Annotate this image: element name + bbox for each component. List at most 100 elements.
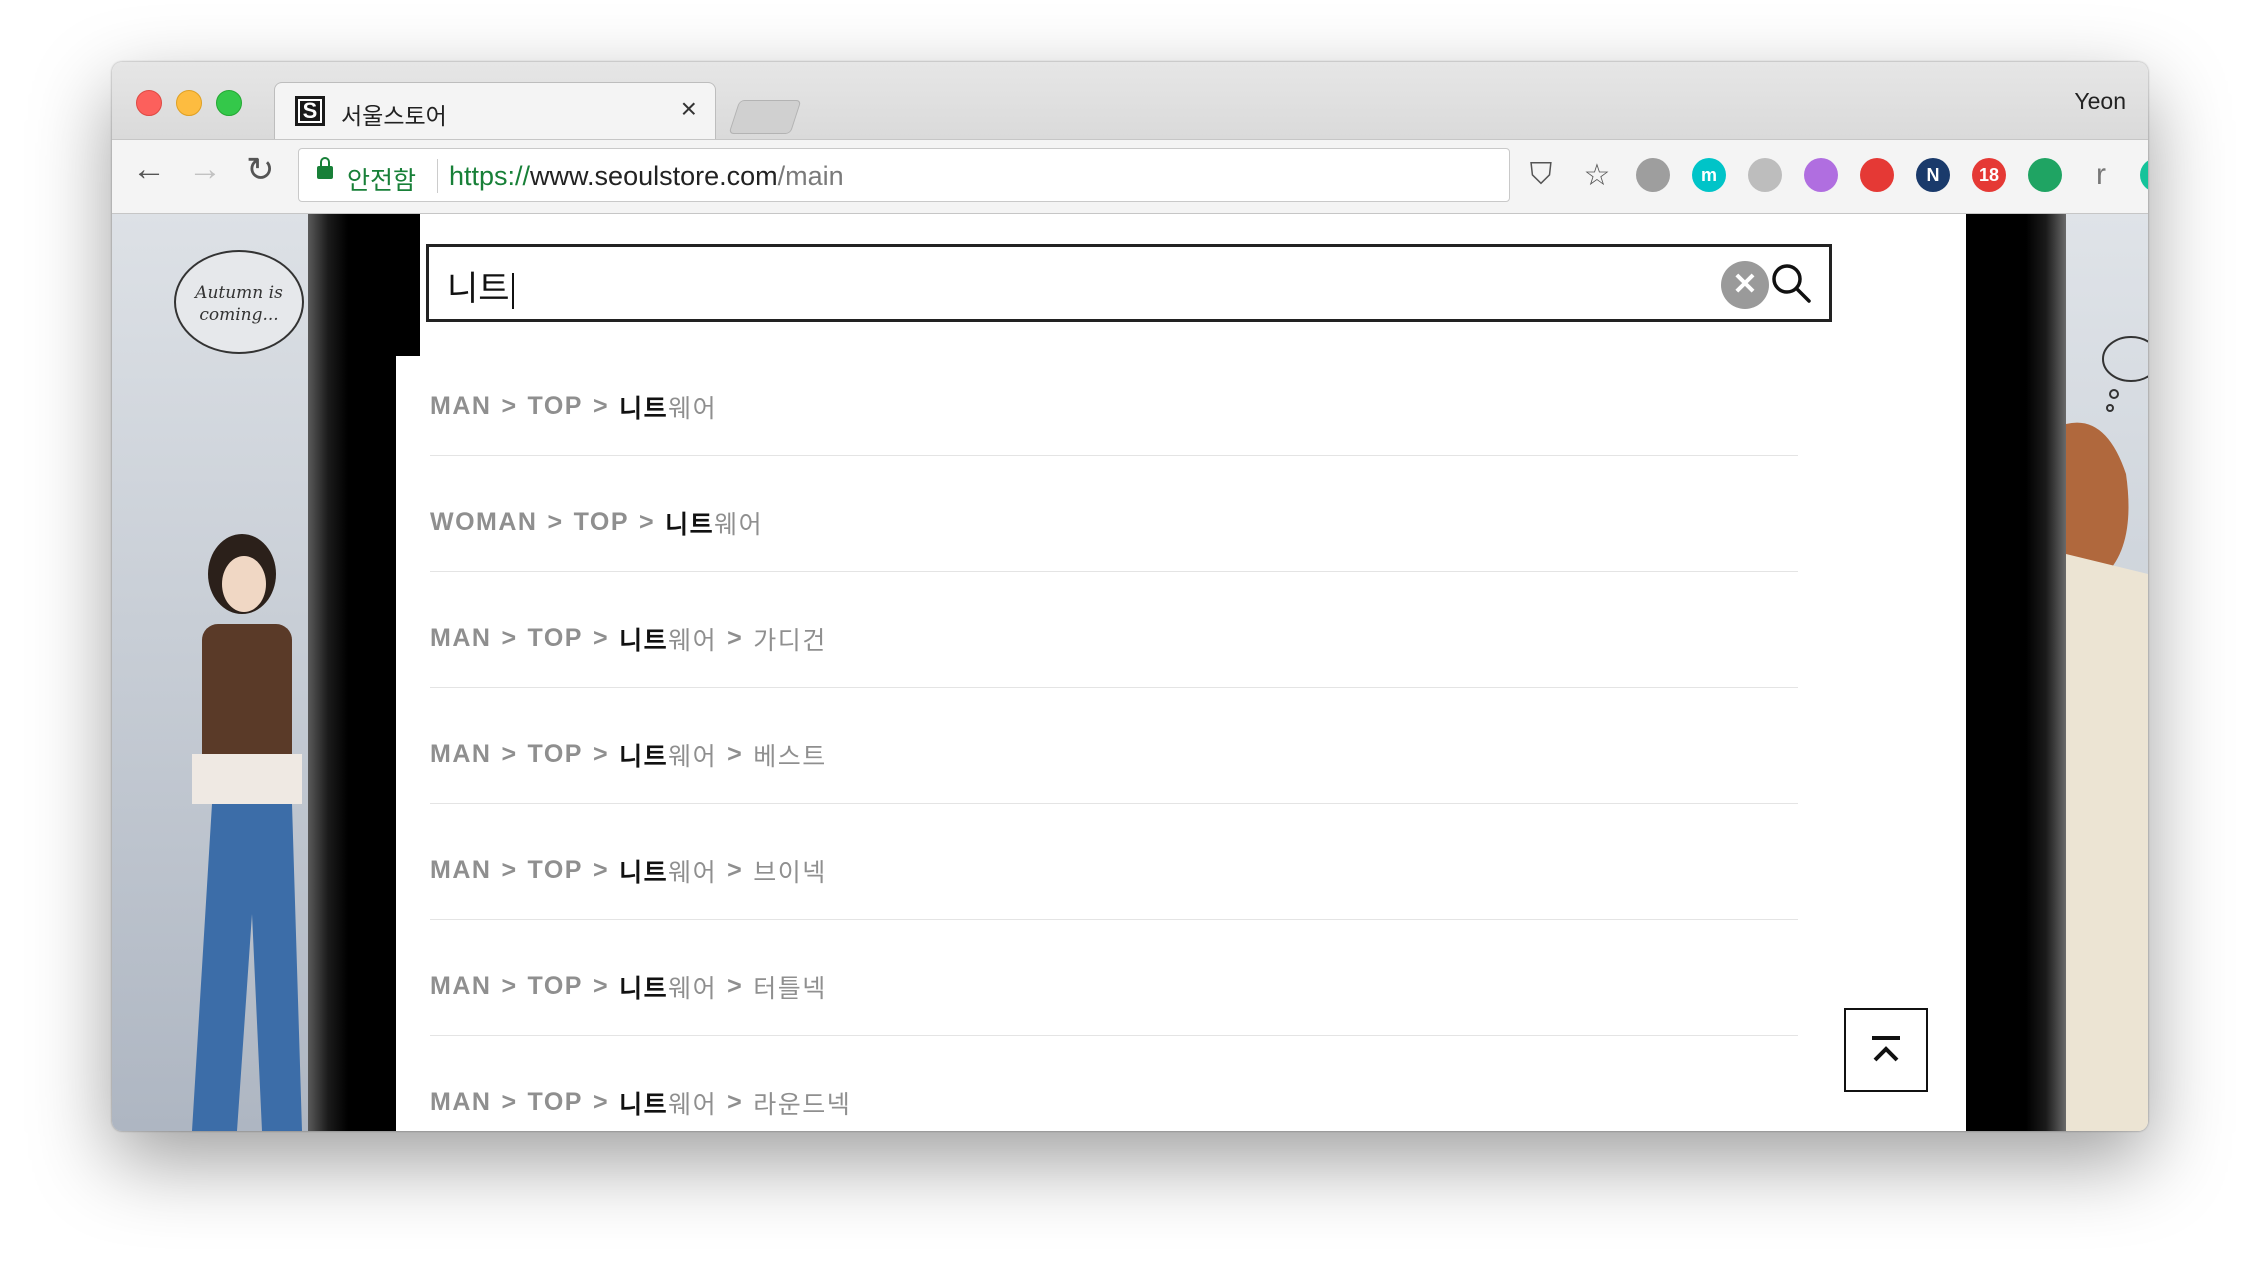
subcategory-label: 가디건 [753, 626, 827, 655]
breadcrumb-separator: > [501, 1088, 518, 1116]
breadcrumb-separator: > [501, 392, 518, 420]
category-suffix: 웨어 [714, 510, 764, 539]
breadcrumb-separator: > [727, 856, 744, 884]
matched-keyword: 니트 [619, 1090, 669, 1119]
search-suggestion-row[interactable]: MAN > TOP > 니트 웨어 > 라운드넥 [430, 1036, 1798, 1131]
url-text[interactable]: https://www.seoulstore.com/main [449, 161, 844, 192]
pocket-icon[interactable]: ⛉ [1524, 158, 1558, 192]
browser-tab-active[interactable]: S 서울스토어 × [274, 82, 716, 141]
window-minimize-button[interactable] [176, 90, 202, 116]
clear-search-icon[interactable]: ✕ [1721, 261, 1769, 309]
address-bar[interactable]: 안전함 https://www.seoulstore.com/main [298, 148, 1510, 202]
category-suffix: 웨어 [668, 742, 718, 771]
right-banner-image [2066, 214, 2148, 1131]
breadcrumb-separator: > [593, 392, 610, 420]
profile-name[interactable]: Yeon [2074, 88, 2126, 115]
tab-close-icon[interactable]: × [681, 93, 697, 125]
reload-button[interactable]: ↻ [246, 150, 275, 190]
color-wheel-icon[interactable] [1860, 158, 1894, 192]
back-button[interactable]: ← [132, 150, 166, 189]
category-suffix: 웨어 [668, 858, 718, 887]
purple-extension-icon[interactable] [1804, 158, 1838, 192]
drive-icon[interactable] [2028, 158, 2062, 192]
search-suggestion-row[interactable]: MAN > TOP > 니트 웨어 > 브이넥 [430, 804, 1798, 920]
breadcrumb-separator: > [593, 856, 610, 884]
scroll-to-top-button[interactable] [1844, 1008, 1928, 1092]
model-photo-right [2066, 336, 2148, 1131]
category-suffix: 웨어 [668, 394, 718, 423]
matched-keyword: 니트 [619, 742, 669, 771]
phone-frame-right [1966, 214, 2066, 1131]
subcategory-label: 베스트 [753, 742, 827, 771]
category-label: TOP [527, 972, 583, 1000]
address-separator [437, 159, 438, 193]
search-suggestion-row[interactable]: MAN > TOP > 니트 웨어 [430, 340, 1798, 456]
category-label: MAN [430, 624, 492, 652]
search-bar[interactable]: 니트 ✕ [426, 244, 1832, 322]
breadcrumb-separator: > [501, 972, 518, 1000]
secure-label: 안전함 [347, 167, 417, 195]
left-banner-image: Autumn is coming... [112, 214, 312, 1131]
category-label: TOP [527, 1088, 583, 1116]
url-path: /main [777, 161, 844, 191]
matched-keyword: 니트 [665, 510, 715, 539]
category-label: TOP [573, 508, 630, 536]
breadcrumb-separator: > [593, 624, 610, 652]
category-label: MAN [430, 856, 492, 884]
matched-keyword: 니트 [619, 974, 669, 1003]
grammarly-icon[interactable]: G [2140, 158, 2148, 192]
search-suggestion-row[interactable]: MAN > TOP > 니트 웨어 > 가디건 [430, 572, 1798, 688]
speech-bubble: Autumn is coming... [174, 250, 304, 354]
phone-frame-left [308, 214, 408, 1131]
window-close-button[interactable] [136, 90, 162, 116]
forward-button[interactable]: → [188, 150, 222, 189]
matched-keyword: 니트 [619, 626, 669, 655]
chevron-up-icon [1872, 1036, 1900, 1062]
search-input[interactable]: 니트 [447, 261, 514, 310]
search-suggestion-row[interactable]: MAN > TOP > 니트 웨어 > 베스트 [430, 688, 1798, 804]
breadcrumb-separator: > [501, 624, 518, 652]
search-query: 니트 [447, 270, 510, 308]
category-label: MAN [430, 1088, 492, 1116]
m-extension-icon[interactable]: m [1692, 158, 1726, 192]
search-icon[interactable] [1769, 261, 1813, 305]
grey-extension-icon[interactable] [1748, 158, 1782, 192]
url-host: www.seoulstore.com [530, 161, 778, 191]
search-suggestions: MAN > TOP > 니트 웨어 WOMAN > TOP > 니트 웨어 MAN > TOP > 니트 웨어 > 가… [430, 340, 1798, 1131]
breadcrumb-separator: > [501, 856, 518, 884]
breadcrumb-separator: > [727, 1088, 744, 1116]
browser-toolbar: ← → ↻ 안전함 https://www.seoulstore.com/mai… [112, 139, 2148, 214]
n-extension-icon[interactable]: N [1916, 158, 1950, 192]
breadcrumb-separator: > [727, 624, 744, 652]
breadcrumb-separator: > [727, 740, 744, 768]
calendar-icon[interactable]: 18 [1972, 158, 2006, 192]
category-label: TOP [527, 856, 583, 884]
category-label: TOP [527, 740, 583, 768]
category-suffix: 웨어 [668, 974, 718, 1003]
category-label: TOP [527, 392, 583, 420]
tab-strip: S 서울스토어 × Yeon [112, 62, 2148, 141]
breadcrumb-separator: > [593, 972, 610, 1000]
category-suffix: 웨어 [668, 626, 718, 655]
category-label: WOMAN [430, 508, 538, 536]
category-label: MAN [430, 740, 492, 768]
r-extension-icon[interactable]: r [2084, 158, 2118, 192]
phone-edge [396, 214, 420, 356]
new-tab-button[interactable] [728, 100, 802, 134]
search-suggestion-row[interactable]: WOMAN > TOP > 니트 웨어 [430, 456, 1798, 572]
page-content: Autumn is coming... 니트 ✕ MAN > TOP > 니트 웨어 WOM… [112, 214, 2148, 1131]
category-suffix: 웨어 [668, 1090, 718, 1119]
search-page: 니트 ✕ MAN > TOP > 니트 웨어 WOMAN > TOP > 니트 웨어 MAN > TOP > 니… [396, 214, 1966, 1131]
category-label: MAN [430, 972, 492, 1000]
subcategory-label: 터틀넥 [753, 974, 827, 1003]
window-maximize-button[interactable] [216, 90, 242, 116]
category-label: TOP [527, 624, 583, 652]
tab-title: 서울스토어 [341, 103, 447, 129]
search-suggestion-row[interactable]: MAN > TOP > 니트 웨어 > 터틀넥 [430, 920, 1798, 1036]
breadcrumb-separator: > [501, 740, 518, 768]
globe-icon[interactable] [1636, 158, 1670, 192]
bookmark-star-icon[interactable]: ☆ [1580, 158, 1614, 192]
matched-keyword: 니트 [619, 858, 669, 887]
breadcrumb-separator: > [547, 508, 564, 536]
url-scheme: https:// [449, 161, 531, 191]
